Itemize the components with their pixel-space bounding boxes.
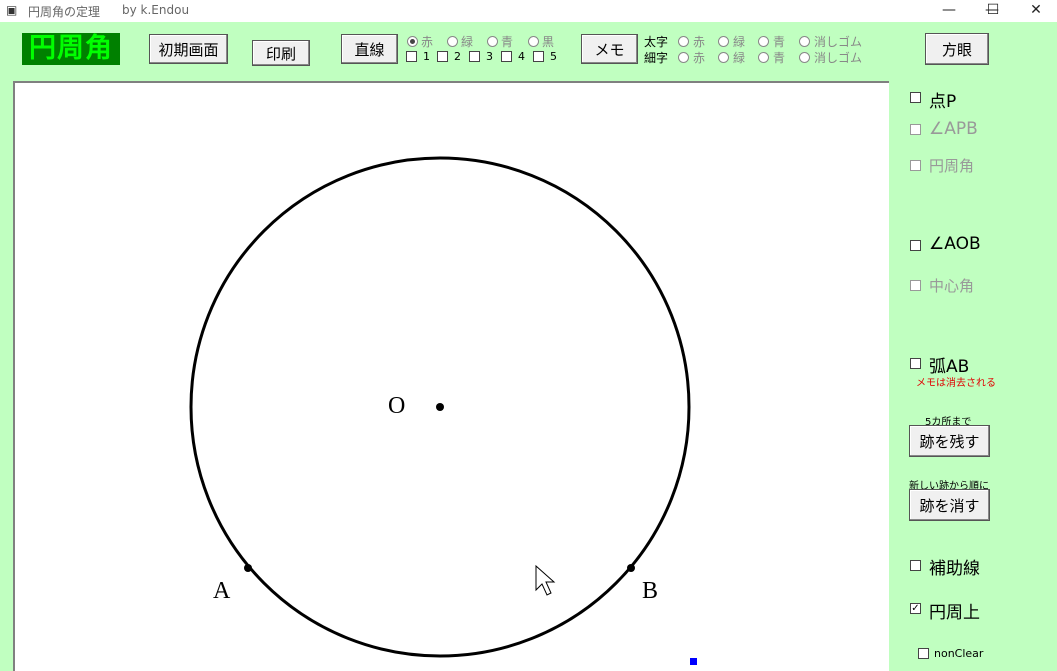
maximize-button[interactable]: ☐ (970, 0, 1016, 22)
line-1-checkbox[interactable] (406, 51, 417, 62)
thin-label: 細字 (644, 51, 669, 65)
geometry-figure: O A B (189, 156, 697, 665)
line-color-red-label: 赤 (421, 35, 434, 49)
thick-blue-label: 青 (773, 35, 786, 49)
thin-green-radio[interactable] (718, 52, 729, 63)
point-b[interactable] (627, 564, 635, 572)
nonclear-checkbox[interactable] (918, 648, 929, 659)
window-title: 円周角の定理 (28, 5, 101, 19)
thin-green-label: 緑 (733, 51, 746, 65)
print-button[interactable]: 印刷 (252, 40, 310, 66)
inscribed-angle-label: 円周角 (929, 157, 975, 175)
angle-aob-label: ∠AOB (929, 234, 981, 254)
center-point-o (436, 403, 444, 411)
memo-button[interactable]: メモ (581, 34, 638, 64)
mouse-cursor-icon (535, 564, 556, 596)
line-2-label: 2 (454, 50, 461, 63)
thin-red-radio[interactable] (678, 52, 689, 63)
window-author: by k.Endou (122, 3, 190, 17)
minimize-button[interactable]: — (926, 0, 972, 22)
line-color-black-label: 黒 (542, 35, 555, 49)
line-3-label: 3 (486, 50, 493, 63)
thick-label: 太字 (644, 35, 669, 49)
thick-eraser-label: 消しゴム (814, 35, 863, 49)
arc-ab-checkbox[interactable] (910, 358, 921, 369)
label-b: B (642, 578, 658, 604)
central-angle-label: 中心角 (929, 277, 975, 295)
on-circle-checkbox[interactable]: ✓ (910, 603, 921, 614)
thin-blue-label: 青 (773, 51, 786, 65)
line-3-checkbox[interactable] (469, 51, 480, 62)
inscribed-angle-checkbox[interactable] (910, 160, 921, 171)
line-color-blue-radio[interactable] (487, 36, 498, 47)
thick-green-label: 緑 (733, 35, 746, 49)
thick-red-label: 赤 (693, 35, 706, 49)
angle-aob-checkbox[interactable] (910, 240, 921, 251)
thin-eraser-radio[interactable] (799, 52, 810, 63)
label-a: A (213, 578, 231, 604)
line-4-label: 4 (518, 50, 525, 63)
label-o: O (388, 393, 405, 419)
line-1-label: 1 (423, 50, 430, 63)
home-button[interactable]: 初期画面 (149, 34, 228, 64)
line-color-red-radio[interactable] (407, 36, 418, 47)
thin-blue-radio[interactable] (758, 52, 769, 63)
point-a[interactable] (244, 564, 252, 572)
point-p-checkbox[interactable] (910, 92, 921, 103)
on-circle-label: 円周上 (929, 603, 980, 623)
nonclear-label: nonClear (934, 647, 984, 660)
angle-apb-label: ∠APB (929, 119, 978, 139)
thick-green-radio[interactable] (718, 36, 729, 47)
line-button[interactable]: 直線 (341, 34, 398, 64)
thin-red-label: 赤 (693, 51, 706, 65)
line-color-green-label: 緑 (461, 35, 474, 49)
erase-trace-button[interactable]: 跡を消す (909, 489, 990, 521)
handle-square-icon[interactable] (690, 658, 697, 665)
central-angle-checkbox[interactable] (910, 280, 921, 291)
title-bar: ▣ 円周角の定理 by k.Endou — (0, 0, 1057, 22)
line-color-blue-label: 青 (501, 35, 514, 49)
angle-apb-checkbox[interactable] (910, 124, 921, 135)
point-p-label: 点P (929, 92, 957, 112)
thick-blue-radio[interactable] (758, 36, 769, 47)
line-color-green-radio[interactable] (447, 36, 458, 47)
line-5-label: 5 (550, 50, 557, 63)
app-logo: 円周角 (22, 33, 120, 65)
line-2-checkbox[interactable] (437, 51, 448, 62)
thin-eraser-label: 消しゴム (814, 51, 863, 65)
thick-eraser-radio[interactable] (799, 36, 810, 47)
memo-erase-note: メモは消去される (916, 378, 996, 389)
line-5-checkbox[interactable] (533, 51, 544, 62)
thick-red-radio[interactable] (678, 36, 689, 47)
keep-trace-button[interactable]: 跡を残す (909, 425, 990, 457)
line-color-black-radio[interactable] (528, 36, 539, 47)
close-button[interactable]: ✕ (1013, 0, 1057, 22)
app-icon: ▣ (6, 3, 18, 17)
aux-line-label: 補助線 (929, 559, 980, 579)
grid-button[interactable]: 方眼 (925, 33, 989, 65)
line-4-checkbox[interactable] (501, 51, 512, 62)
aux-line-checkbox[interactable] (910, 560, 921, 571)
drawing-canvas[interactable]: O A B (13, 81, 889, 671)
